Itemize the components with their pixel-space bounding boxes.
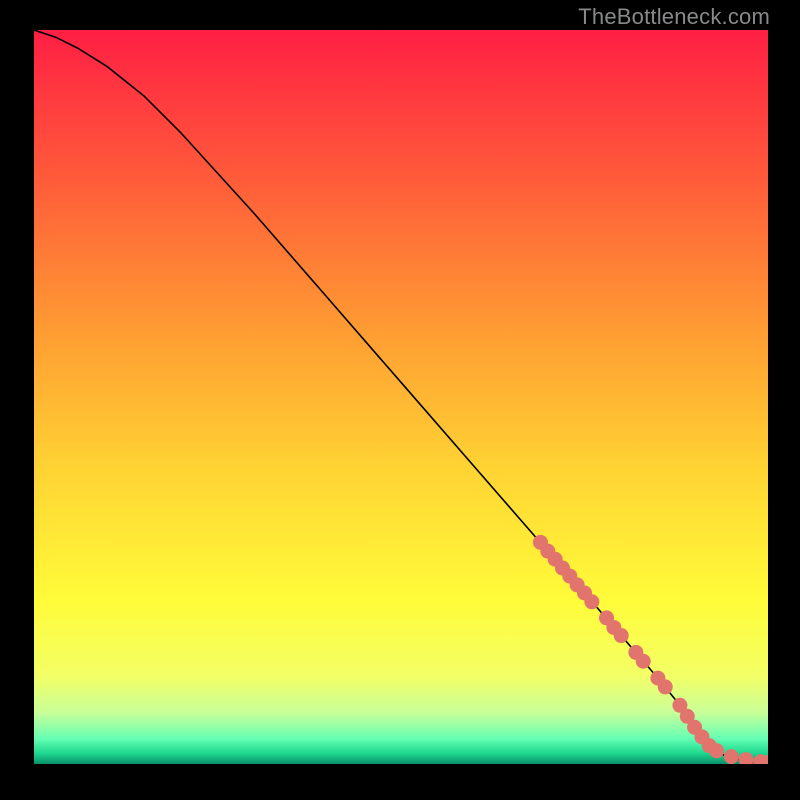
chart-frame: TheBottleneck.com [0,0,800,800]
chart-plot-area [34,30,768,764]
chart-background [34,30,768,764]
chart-marker [724,749,739,764]
chart-marker [709,743,724,758]
watermark-text: TheBottleneck.com [578,4,770,30]
chart-marker [636,654,651,669]
chart-marker [658,679,673,694]
chart-svg [34,30,768,764]
chart-marker [614,628,629,643]
chart-marker [584,594,599,609]
